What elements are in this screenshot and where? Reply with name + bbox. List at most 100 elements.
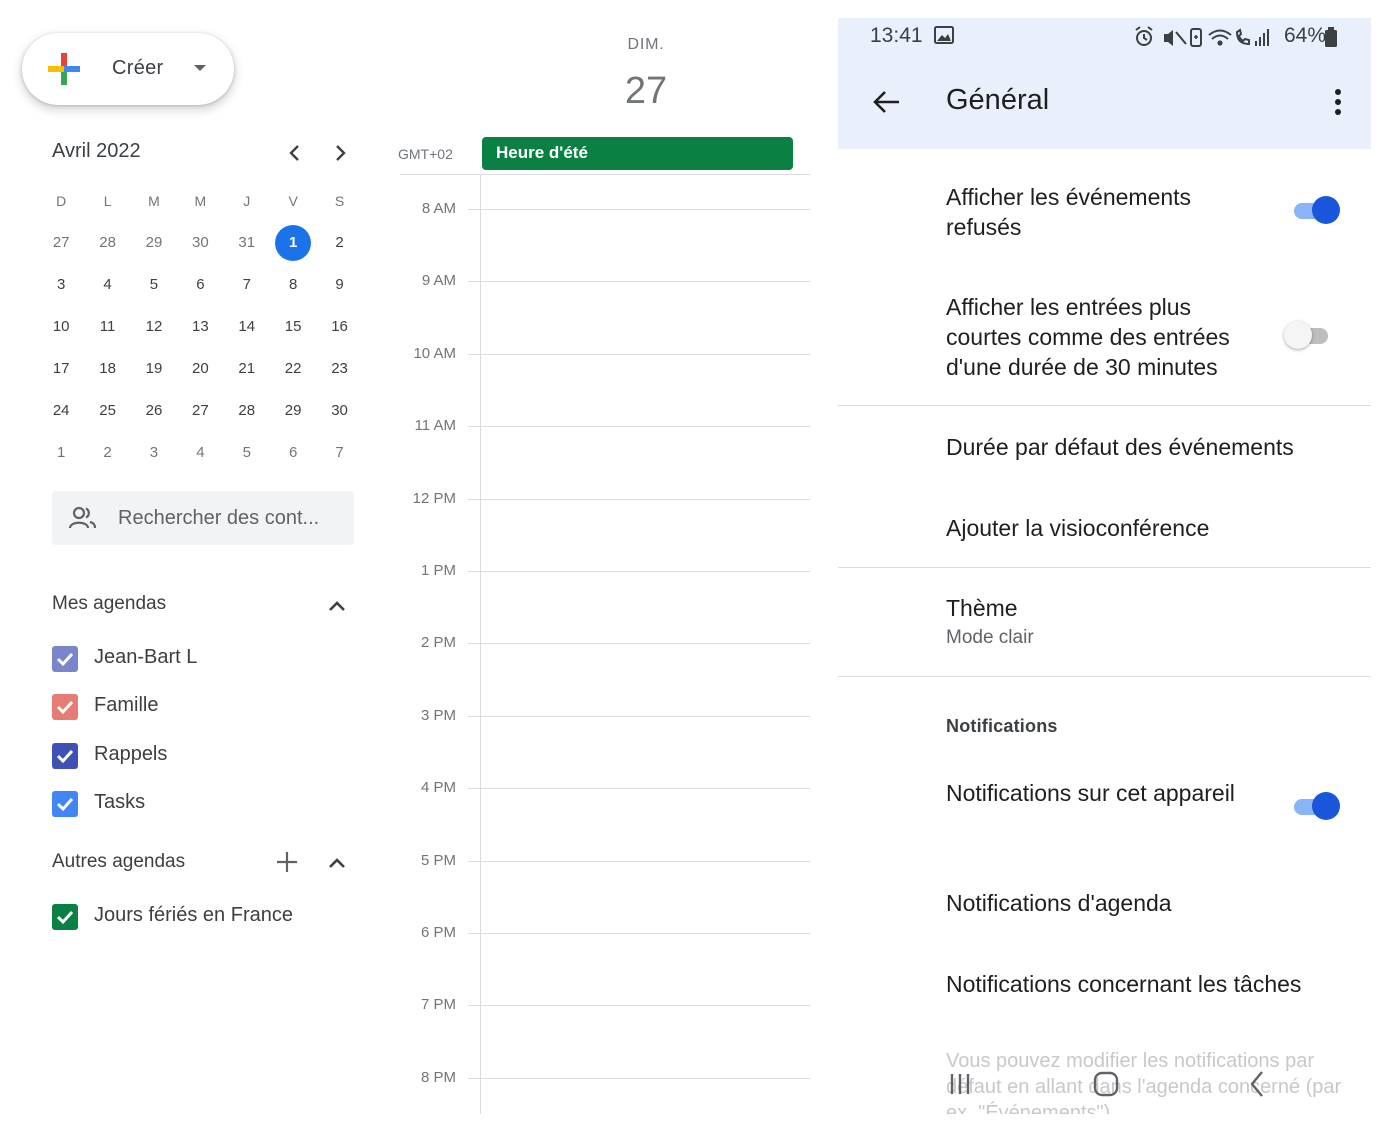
back-arrow-icon[interactable] (872, 88, 902, 116)
more-vert-icon[interactable] (1328, 86, 1348, 118)
setting-short-entries[interactable]: Afficher les entrées plus courtes comme … (946, 292, 1266, 382)
calendar-day[interactable]: 2 (84, 432, 130, 474)
chevron-right-icon[interactable] (326, 139, 354, 167)
day-number-label: 31 (238, 234, 256, 251)
search-contacts-field[interactable]: Rechercher des cont... (52, 491, 354, 545)
calendar-name: Jours fériés en France (94, 904, 293, 926)
chevron-left-icon[interactable] (281, 139, 309, 167)
day-number-label: 2 (103, 444, 112, 461)
calendar-day[interactable]: 27 (177, 390, 223, 432)
checkbox-checked-icon[interactable] (52, 743, 78, 769)
calendar-day[interactable]: 19 (131, 348, 177, 390)
day-number-label: 17 (52, 360, 70, 377)
weekday-header-row: D L M M J V S (38, 180, 363, 222)
toggle-short-entries[interactable] (1284, 320, 1334, 350)
hour-label: 7 PM (420, 996, 456, 1014)
calendar-day[interactable]: 8 (270, 264, 316, 306)
calendar-day[interactable]: 1 (38, 432, 84, 474)
hour-label: 10 AM (413, 344, 456, 362)
calendar-day[interactable]: 16 (316, 306, 362, 348)
setting-default-duration[interactable]: Durée par défaut des événements (946, 432, 1294, 462)
home-icon[interactable] (1088, 1066, 1124, 1102)
toggle-device-notifications[interactable] (1292, 791, 1342, 821)
calendar-name: Tasks (94, 791, 146, 813)
calendar-day[interactable]: 2 (316, 222, 362, 264)
calendar-day[interactable]: 13 (177, 306, 223, 348)
checkbox-checked-icon[interactable] (52, 904, 78, 930)
chevron-up-icon[interactable] (326, 595, 348, 617)
calendar-day[interactable]: 10 (38, 306, 84, 348)
setting-task-notifications[interactable]: Notifications concernant les tâches (946, 969, 1301, 999)
calendar-day[interactable]: 7 (316, 432, 362, 474)
calendar-day[interactable]: 30 (316, 390, 362, 432)
day-number-label: 21 (238, 360, 256, 377)
calendar-day[interactable]: 4 (177, 432, 223, 474)
day-number-label: 4 (196, 444, 205, 461)
all-day-event[interactable]: Heure d'été (482, 137, 793, 170)
create-button[interactable]: Créer (22, 33, 234, 105)
checkbox-checked-icon[interactable] (52, 694, 78, 720)
day-number-label: 28 (238, 402, 256, 419)
calendar-day[interactable]: 18 (84, 348, 130, 390)
calendar-day[interactable]: 20 (177, 348, 223, 390)
checkbox-checked-icon[interactable] (52, 791, 78, 817)
calendar-day[interactable]: 12 (131, 306, 177, 348)
setting-theme[interactable]: Thème (946, 593, 1018, 623)
calendar-day[interactable]: 31 (224, 222, 270, 264)
setting-device-notifications[interactable]: Notifications sur cet appareil (946, 778, 1246, 808)
calendar-day[interactable]: 29 (270, 390, 316, 432)
calendar-day[interactable]: 28 (224, 390, 270, 432)
calendar-day[interactable]: 21 (224, 348, 270, 390)
calendar-day[interactable]: 28 (84, 222, 130, 264)
weekday-header: S (334, 193, 345, 209)
day-number-label: 3 (57, 276, 66, 293)
calendar-day[interactable]: 9 (316, 264, 362, 306)
calendar-day[interactable]: 3 (38, 264, 84, 306)
calendar-day[interactable]: 4 (84, 264, 130, 306)
caret-down-icon[interactable] (194, 65, 206, 71)
checkbox-checked-icon[interactable] (52, 646, 78, 672)
calendar-day[interactable]: 15 (270, 306, 316, 348)
day-number-label: 16 (331, 318, 348, 335)
day-number-label: 1 (275, 225, 312, 261)
recent-apps-icon[interactable] (942, 1066, 978, 1102)
other-calendars-title: Autres agendas (52, 851, 186, 872)
calendar-day[interactable]: 5 (224, 432, 270, 474)
hour-gridline (468, 716, 810, 717)
battery-percentage: 64% (1284, 24, 1327, 47)
calendar-day[interactable]: 6 (270, 432, 316, 474)
status-time: 13:41 (870, 24, 923, 47)
day-number-label: 25 (99, 402, 116, 419)
wifi-icon (1208, 29, 1232, 46)
calendar-day[interactable]: 22 (270, 348, 316, 390)
hour-gridline (468, 1005, 810, 1006)
calendar-day[interactable]: 30 (177, 222, 223, 264)
calendar-day[interactable]: 27 (38, 222, 84, 264)
setting-add-conferencing[interactable]: Ajouter la visioconférence (946, 513, 1209, 543)
calendar-day[interactable]: 3 (131, 432, 177, 474)
calendar-day[interactable]: 25 (84, 390, 130, 432)
calendar-day[interactable]: 24 (38, 390, 84, 432)
calendar-week-row: 10 11 12 13 14 15 16 (38, 306, 363, 348)
setting-calendar-notifications[interactable]: Notifications d'agenda (946, 888, 1172, 918)
calendar-day[interactable]: 17 (38, 348, 84, 390)
calendar-day[interactable]: 7 (224, 264, 270, 306)
setting-show-declined[interactable]: Afficher les événements refusés (946, 182, 1246, 242)
calendar-day[interactable]: 26 (131, 390, 177, 432)
calendar-day[interactable]: 11 (84, 306, 130, 348)
back-nav-icon[interactable] (1240, 1066, 1276, 1102)
add-calendar-plus-icon[interactable] (275, 850, 299, 874)
weekday-header: V (288, 193, 298, 209)
calendar-day[interactable]: 23 (316, 348, 362, 390)
calendar-day[interactable]: 29 (131, 222, 177, 264)
day-number[interactable]: 27 (600, 70, 692, 113)
chevron-up-icon[interactable] (326, 852, 348, 874)
day-number-label: 3 (149, 444, 159, 461)
toggle-show-declined[interactable] (1292, 195, 1342, 225)
calendar-week-row: 1 2 3 4 5 6 7 (38, 432, 363, 474)
calendar-day[interactable]: 14 (224, 306, 270, 348)
calendar-day[interactable]: 5 (131, 264, 177, 306)
setting-theme-value: Mode clair (946, 627, 1034, 648)
calendar-day[interactable]: 6 (177, 264, 223, 306)
calendar-day-today[interactable]: 1 (270, 222, 316, 264)
